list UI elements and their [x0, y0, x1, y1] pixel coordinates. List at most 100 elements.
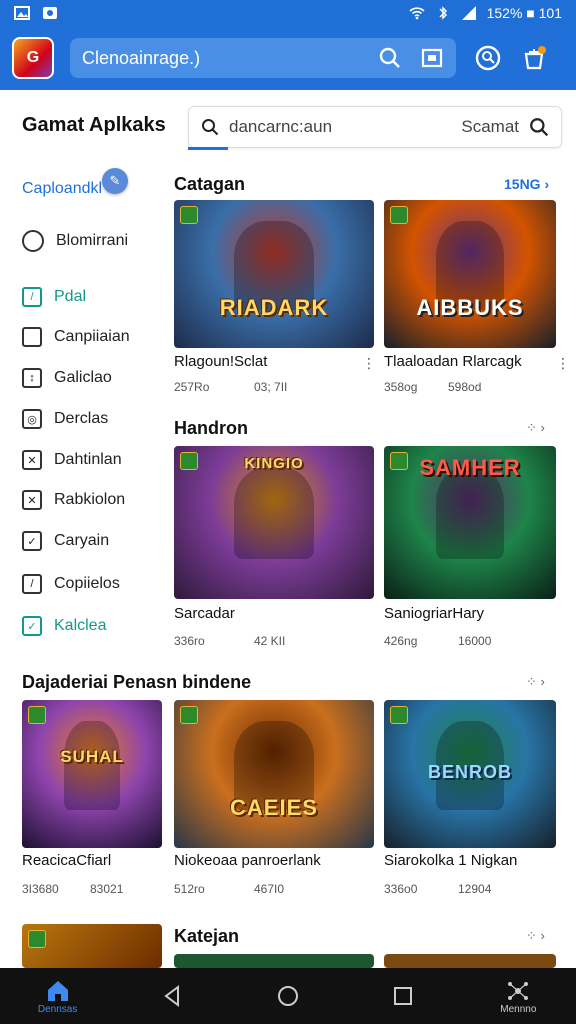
- sidebar-item-label: Rabkiolon: [54, 491, 126, 508]
- navigation-bar: Dennsas Mennno: [0, 968, 576, 1024]
- search-icon: [202, 119, 219, 136]
- sidebar-item-label: Caryain: [54, 532, 110, 549]
- section-title: Handron: [174, 418, 248, 438]
- game-card-meta: 12904: [458, 882, 492, 896]
- section-more-link[interactable]: 15NG ›: [504, 176, 549, 192]
- game-card-image[interactable]: AIBBUKS: [384, 200, 556, 348]
- game-card-meta: 336o0: [384, 882, 418, 896]
- sidebar-item-label: Dahtinlan: [54, 451, 122, 468]
- game-card-name[interactable]: SaniogriarHary: [384, 605, 484, 622]
- sidebar-item-5[interactable]: ◎ Derclas: [22, 404, 108, 434]
- bluetooth-icon: [439, 6, 447, 20]
- game-card-name[interactable]: Siarokolka 1 Nigkan: [384, 852, 517, 869]
- sidebar-item-0[interactable]: Caploandkl ✎: [22, 168, 128, 204]
- grid-view-icon[interactable]: ⁘ ›: [526, 928, 545, 944]
- status-bar: 152% ■ 101: [0, 0, 576, 26]
- rating-badge-icon: [390, 206, 408, 224]
- home-circle-icon: [277, 986, 298, 1006]
- section-title: Catagan: [174, 174, 246, 194]
- appbar-search-field[interactable]: Clenoainrage.): [70, 38, 456, 78]
- game-card-image[interactable]: [384, 954, 556, 968]
- nav-menu-button[interactable]: Mennno: [478, 978, 558, 1015]
- game-card-meta: 3I3680: [22, 882, 59, 896]
- main-panel: Gamat Aplkaks dancarnc:aun Scamat Caploa…: [6, 92, 570, 968]
- nav-back-button[interactable]: [133, 983, 213, 1009]
- game-card-image[interactable]: CAEIES: [174, 700, 374, 848]
- sidebar-item-8[interactable]: ✓ Caryain: [22, 526, 109, 556]
- grid-view-icon[interactable]: ⁘ ›: [526, 674, 545, 690]
- more-label: 15NG: [504, 176, 541, 192]
- game-card-meta: 16000: [458, 634, 492, 648]
- sidebar-item-9[interactable]: / Copiielos: [22, 569, 120, 599]
- game-card-name[interactable]: Tlaaloadan Rlarcagk: [384, 353, 522, 370]
- sidebar-item-label: Caploandkl: [22, 180, 103, 197]
- sidebar-item-10[interactable]: ✓ Kalclea: [22, 611, 106, 641]
- sidebar-item-6[interactable]: ✕ Dahtinlan: [22, 445, 122, 475]
- search-hint-text: Scamat: [461, 117, 519, 136]
- game-card-name[interactable]: Niokeoaa panroerlank: [174, 852, 321, 869]
- search-icon[interactable]: [378, 46, 402, 70]
- game-card-meta: 598od: [448, 380, 482, 394]
- window-icon[interactable]: [420, 46, 444, 70]
- sidebar-item-label: Derclas: [54, 410, 109, 427]
- game-logo-text: BENROB: [427, 762, 512, 783]
- checkbox-icon: ◎: [22, 409, 42, 429]
- sidebar-item-7[interactable]: ✕ Rabkiolon: [22, 485, 125, 515]
- gift-notification-icon[interactable]: [520, 44, 548, 72]
- sidebar-item-label: Canpiiaian: [54, 328, 130, 345]
- sidebar-item-2[interactable]: / Pdal: [22, 282, 86, 312]
- game-card-image[interactable]: [174, 954, 374, 968]
- game-card-meta: 467I0: [254, 882, 285, 896]
- game-logo-text: KINGIO: [244, 455, 304, 473]
- wifi-icon: [409, 7, 425, 20]
- game-logo-text: SUHAL: [60, 747, 124, 767]
- search-submit-icon[interactable]: [529, 117, 549, 137]
- app-bar: G Clenoainrage.): [0, 26, 576, 90]
- search-query-text: dancarnc:aun: [229, 117, 333, 136]
- game-card-image[interactable]: SUHAL: [22, 700, 162, 848]
- account-search-icon[interactable]: [474, 44, 502, 72]
- rating-badge-icon: [180, 206, 198, 224]
- checkbox-icon: [22, 327, 42, 347]
- sidebar-item-1[interactable]: Blomirrani: [22, 226, 128, 256]
- game-card-name[interactable]: ReacicaCfiarl: [22, 852, 111, 869]
- game-card-name[interactable]: Rlagoun!Sclat: [174, 353, 267, 370]
- game-card-name[interactable]: Sarcadar: [174, 605, 235, 622]
- sidebar-item-3[interactable]: Canpiiaian: [22, 322, 130, 352]
- game-card-image[interactable]: KINGIO: [174, 446, 374, 599]
- more-options-icon[interactable]: ⋮: [556, 355, 570, 372]
- checkbox-icon: ✕: [22, 450, 42, 470]
- game-card-meta: 83021: [90, 882, 124, 896]
- rating-badge-icon: [180, 706, 198, 724]
- sidebar-item-label: Pdal: [54, 288, 87, 305]
- rating-badge-icon: [28, 706, 46, 724]
- game-card-image[interactable]: [22, 924, 162, 968]
- game-card-image[interactable]: BENROB: [384, 700, 556, 848]
- more-options-icon[interactable]: ⋮: [362, 355, 376, 372]
- game-card-meta: 358og: [384, 380, 418, 394]
- nav-home-label: Dennsas: [37, 1003, 78, 1015]
- sidebar-item-label: Blomirrani: [56, 232, 129, 249]
- hero-figure: [234, 467, 314, 560]
- nav-recents-button[interactable]: [363, 983, 443, 1009]
- search-focus-indicator: [188, 147, 228, 150]
- game-logo-text: AIBBUKS: [416, 295, 524, 321]
- sidebar-item-4[interactable]: ↕ Galiclao: [22, 363, 112, 393]
- checkbox-icon: ✓: [22, 616, 42, 636]
- sidebar-item-label: Galiclao: [54, 369, 112, 386]
- game-card-image[interactable]: SAMHER: [384, 446, 556, 599]
- game-card-meta: 42 KII: [254, 634, 286, 648]
- grid-view-icon[interactable]: ⁘ ›: [526, 420, 545, 436]
- game-card-image[interactable]: RIADARK: [174, 200, 374, 348]
- app-logo[interactable]: G: [12, 37, 54, 79]
- nav-home-button[interactable]: Dennsas: [18, 978, 98, 1015]
- sidebar-item-label: Kalclea: [54, 617, 107, 634]
- gallery-icon: [14, 6, 30, 20]
- back-triangle-icon: [164, 985, 179, 1007]
- sidebar-item-label: Copiielos: [54, 575, 120, 592]
- edit-bubble-icon[interactable]: ✎: [102, 168, 128, 194]
- home-icon: [47, 980, 68, 1001]
- nav-home-circle-button[interactable]: [248, 983, 328, 1009]
- radio-icon: [22, 230, 44, 252]
- catalog-search-input[interactable]: dancarnc:aun Scamat: [188, 106, 562, 148]
